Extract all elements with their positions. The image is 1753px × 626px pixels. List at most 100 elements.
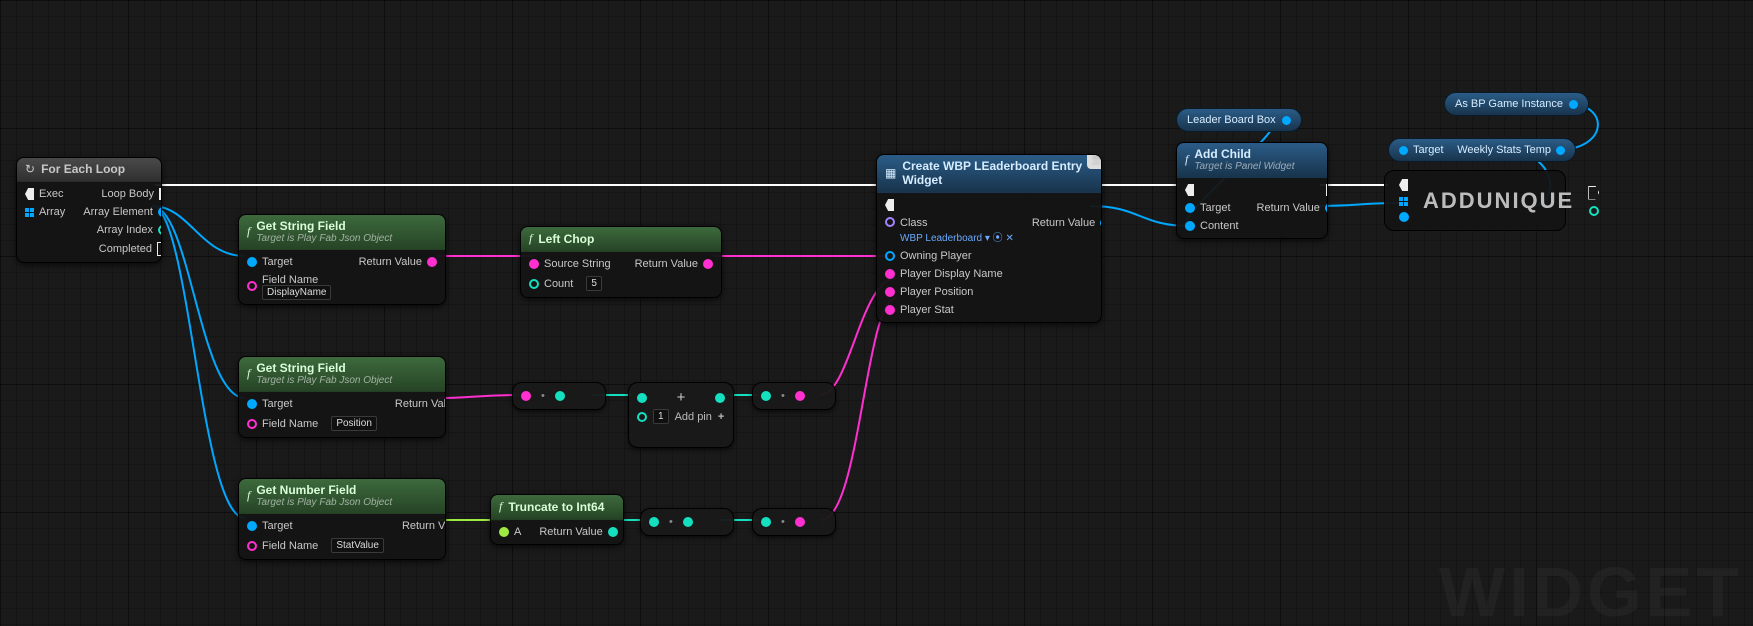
pin-out[interactable] (683, 517, 693, 527)
pin-target[interactable]: Target (1185, 202, 1239, 214)
pin-out[interactable] (795, 517, 805, 527)
pin-return-value[interactable]: Return Value (402, 520, 446, 532)
variable-bp-game-instance[interactable]: As BP Game Instance (1444, 92, 1589, 116)
node-header[interactable]: fTruncate to Int64 (491, 495, 623, 520)
node-title: For Each Loop (41, 162, 125, 176)
pin-count[interactable]: Count 5 (529, 276, 611, 291)
node-get-string-field-2[interactable]: fGet String FieldTarget is Play Fab Json… (238, 356, 446, 438)
count-input[interactable]: 5 (586, 276, 602, 291)
node-truncate-int64[interactable]: fTruncate to Int64 A Return Value (490, 494, 624, 545)
variable-weekly-stats-temp[interactable]: Target Weekly Stats Temp (1388, 138, 1576, 162)
variable-leader-board-box[interactable]: Leader Board Box (1176, 108, 1302, 132)
node-header[interactable]: fAdd ChildTarget is Panel Widget (1177, 143, 1327, 178)
pin-exec-in[interactable] (1399, 179, 1409, 191)
pin-field-name[interactable]: Field NameDisplayName (247, 274, 331, 298)
class-dropdown[interactable]: WBP Leaderboard ▾ ⦿ ✕ (900, 233, 1014, 244)
monitor-icon: 🖥 (1087, 154, 1102, 169)
pin-player-display-name[interactable]: Player Display Name (885, 268, 1014, 280)
pin-out[interactable] (1556, 146, 1565, 155)
pin-in[interactable] (521, 391, 531, 401)
pin-out[interactable] (715, 393, 725, 403)
pin-return-value[interactable]: Return Value (1032, 217, 1102, 229)
pin-field-name[interactable]: Field Name StatValue (247, 538, 384, 553)
pin-exec-out[interactable] (1588, 186, 1599, 200)
node-int-to-string[interactable]: • (752, 382, 836, 410)
pin-a[interactable] (637, 393, 647, 403)
node-subtitle: Target is Play Fab Json Object (256, 233, 392, 244)
node-add-int[interactable]: + 1 Add pin+ (628, 382, 734, 448)
node-int-to-string-2[interactable]: • (752, 508, 836, 536)
pin-item-in[interactable] (1399, 212, 1409, 222)
pin-exec-in[interactable] (1185, 184, 1239, 196)
node-title: ADDUNIQUE (1423, 188, 1574, 214)
pin-target[interactable]: Target (247, 398, 377, 410)
pin-class[interactable]: Class WBP Leaderboard ▾ ⦿ ✕ (885, 217, 1014, 244)
node-header[interactable]: ▦Create WBP LEaderboard Entry Widget (877, 155, 1101, 193)
field-name-input[interactable]: StatValue (331, 538, 384, 553)
node-for-each-loop[interactable]: ↻For Each Loop Exec Array Loop Body Arra… (16, 157, 162, 263)
pin-out[interactable] (555, 391, 565, 401)
pin-in[interactable] (761, 517, 771, 527)
pin-array-index[interactable]: Array Index (97, 224, 162, 236)
pin-out[interactable] (795, 391, 805, 401)
field-name-input[interactable]: Position (331, 416, 377, 431)
pin-exec-in[interactable] (885, 199, 1014, 211)
add-pin-button[interactable]: Add pin+ (675, 411, 725, 423)
pin-return-value[interactable]: Return Value (539, 526, 617, 538)
pin-array-in[interactable] (1399, 197, 1409, 206)
node-header[interactable]: fGet Number FieldTarget is Play Fab Json… (239, 479, 445, 514)
node-add-child[interactable]: fAdd ChildTarget is Panel Widget Target … (1176, 142, 1328, 239)
variable-label: Weekly Stats Temp (1457, 144, 1551, 156)
node-title: Create WBP LEaderboard Entry Widget (902, 159, 1093, 187)
pin-completed[interactable]: Completed (99, 242, 162, 256)
node-int64-to-int[interactable]: • (640, 508, 734, 536)
pin-out[interactable] (1589, 206, 1599, 216)
pin-out[interactable] (1569, 100, 1578, 109)
node-left-chop[interactable]: fLeft Chop Source String Count 5 Return … (520, 226, 722, 298)
node-create-widget[interactable]: ▦Create WBP LEaderboard Entry Widget 🖥 C… (876, 154, 1102, 323)
pin-label: Class (900, 217, 1014, 229)
node-string-to-int[interactable]: • (512, 382, 606, 410)
node-title: Truncate to Int64 (508, 500, 604, 514)
pin-exec-in[interactable]: Exec (25, 188, 65, 200)
pin-array-in[interactable]: Array (25, 206, 65, 218)
node-header[interactable]: fLeft Chop (521, 227, 721, 252)
pin-return-value[interactable]: Return Value (395, 398, 446, 410)
pin-array-element[interactable]: Array Element (83, 206, 162, 218)
pin-field-name[interactable]: Field Name Position (247, 416, 377, 431)
pin-return-value[interactable]: Return Value (635, 258, 713, 270)
pin-in[interactable] (761, 391, 771, 401)
pin-owning-player[interactable]: Owning Player (885, 250, 1014, 262)
pin-b[interactable] (637, 412, 647, 422)
blueprint-graph-canvas[interactable]: ↻For Each Loop Exec Array Loop Body Arra… (0, 0, 1753, 626)
pin-loop-body[interactable]: Loop Body (101, 188, 162, 200)
pin-out[interactable] (1282, 116, 1291, 125)
node-get-string-field-1[interactable]: fGet String FieldTarget is Play Fab Json… (238, 214, 446, 305)
node-subtitle: Target is Panel Widget (1194, 161, 1294, 172)
pin-in[interactable] (649, 517, 659, 527)
pin-content[interactable]: Content (1185, 220, 1239, 232)
pin-exec-out[interactable] (1326, 184, 1328, 196)
value-input[interactable]: 1 (653, 409, 669, 424)
pin-source-string[interactable]: Source String (529, 258, 611, 270)
pin-target[interactable]: Target (247, 520, 384, 532)
node-addunique[interactable]: ADDUNIQUE (1384, 170, 1566, 231)
node-title: Get String Field (256, 219, 345, 233)
field-name-input[interactable]: DisplayName (262, 285, 331, 300)
pin-a[interactable]: A (499, 526, 521, 538)
pin-exec-out[interactable] (1101, 199, 1102, 211)
pin-target[interactable]: Target (247, 256, 331, 268)
variable-label: Leader Board Box (1187, 114, 1276, 126)
variable-label: As BP Game Instance (1455, 98, 1563, 110)
node-header[interactable]: fGet String FieldTarget is Play Fab Json… (239, 215, 445, 250)
pin-target[interactable] (1399, 146, 1408, 155)
pin-player-stat[interactable]: Player Stat (885, 304, 1014, 316)
pin-label: Target (1413, 144, 1444, 156)
watermark: WIDGET (1439, 552, 1743, 626)
pin-player-position[interactable]: Player Position (885, 286, 1014, 298)
node-header[interactable]: fGet String FieldTarget is Play Fab Json… (239, 357, 445, 392)
pin-return-value[interactable]: Return Value (1257, 202, 1328, 214)
pin-return-value[interactable]: Return Value (359, 256, 437, 268)
node-header[interactable]: ↻For Each Loop (17, 158, 161, 182)
node-get-number-field[interactable]: fGet Number FieldTarget is Play Fab Json… (238, 478, 446, 560)
